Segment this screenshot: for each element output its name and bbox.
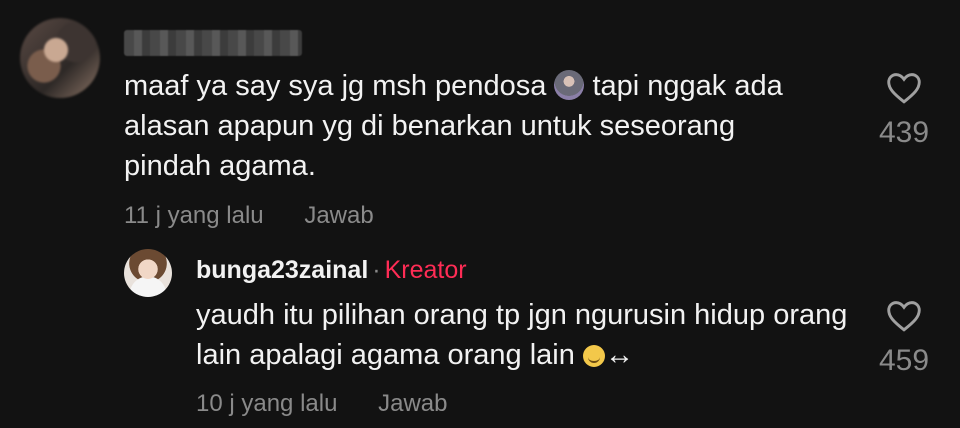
reply-comment-like-count: 459 <box>878 344 930 377</box>
reply-comment-reply-button[interactable]: Jawab <box>378 390 447 418</box>
reply-trailing-symbol: ↔ <box>604 339 634 371</box>
heart-icon[interactable] <box>886 300 922 332</box>
reply-comment-time: 10 j yang lalu <box>196 390 338 417</box>
main-comment-text: maaf ya say sya jg msh pendosa tapi ngga… <box>124 66 824 186</box>
main-comment-time: 11 j yang lalu <box>124 202 264 229</box>
see-no-evil-monkey-icon <box>554 70 585 100</box>
reply-separator: · <box>372 256 381 284</box>
commenter-avatar[interactable] <box>20 18 100 98</box>
main-comment-reply-button[interactable]: Jawab <box>304 202 373 230</box>
reply-header: bunga23zainal · Kreator <box>196 256 467 285</box>
reply-avatar[interactable] <box>124 249 172 297</box>
commenter-username-blurred[interactable] <box>124 30 302 56</box>
main-comment-like[interactable]: 439 <box>864 72 944 150</box>
reply-comment-meta: 10 j yang lalu Jawab <box>196 390 447 418</box>
main-comment-like-count: 439 <box>878 116 930 149</box>
reply-comment-body: yaudh itu pilihan orang tp jgn ngurusin … <box>196 299 848 371</box>
creator-badge: Kreator <box>384 256 467 284</box>
smiling-face-icon <box>582 345 605 367</box>
main-comment-text-part1: maaf ya say sya jg msh pendosa <box>124 70 555 102</box>
reply-username[interactable]: bunga23zainal <box>196 256 368 284</box>
heart-icon[interactable] <box>886 72 922 104</box>
reply-comment-like[interactable]: 459 <box>864 300 944 378</box>
main-comment-meta: 11 j yang lalu Jawab <box>124 202 374 230</box>
reply-comment-text: yaudh itu pilihan orang tp jgn ngurusin … <box>196 295 856 375</box>
